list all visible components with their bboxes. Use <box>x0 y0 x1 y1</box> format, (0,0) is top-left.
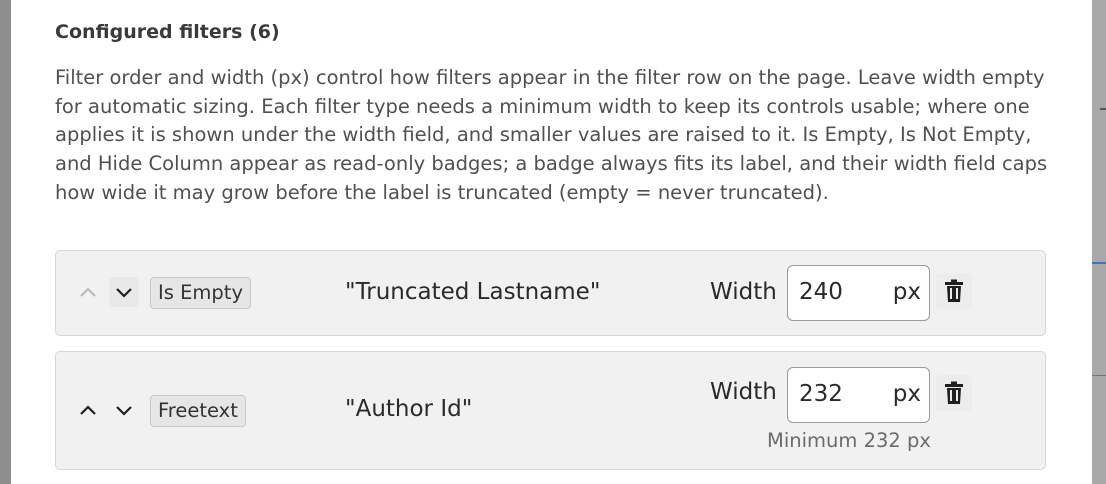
filter-row: Freetext "Author Id" Width 232 px Minimu… <box>55 351 1046 470</box>
move-down-button[interactable] <box>109 395 139 425</box>
width-input[interactable]: 232 px <box>787 367 930 423</box>
chevron-up-icon <box>80 287 96 297</box>
width-label: Width <box>710 379 777 405</box>
backdrop-mark <box>1100 108 1106 110</box>
filter-column-name: "Truncated Lastname" <box>345 279 601 305</box>
chevron-down-icon <box>116 406 132 416</box>
chevron-up-icon <box>80 405 96 415</box>
width-input[interactable]: 240 px <box>787 265 930 321</box>
section-description: Filter order and width (px) control how … <box>55 66 1048 204</box>
backdrop-right <box>1092 0 1106 484</box>
width-unit: px <box>892 381 921 407</box>
minimum-width-hint: Minimum 232 px <box>767 429 931 452</box>
move-down-button[interactable] <box>109 277 139 307</box>
move-up-button[interactable] <box>73 395 103 425</box>
backdrop-mark <box>1092 375 1106 376</box>
trash-icon <box>945 279 963 302</box>
delete-filter-button[interactable] <box>936 273 972 309</box>
filter-type-badge: Is Empty <box>150 277 251 309</box>
filter-config-dialog: Configured filters (6) Filter order and … <box>11 0 1092 484</box>
delete-filter-button[interactable] <box>936 375 972 411</box>
width-input-value: 240 <box>799 279 843 305</box>
backdrop-mark <box>1092 262 1106 264</box>
width-unit: px <box>892 279 921 305</box>
filter-row: Is Empty "Truncated Lastname" Width 240 … <box>55 250 1046 336</box>
chevron-down-icon <box>116 288 132 298</box>
trash-icon <box>945 381 963 404</box>
section-title: Configured filters (6) <box>55 21 280 43</box>
width-label: Width <box>710 279 777 305</box>
filter-column-name: "Author Id" <box>345 396 473 422</box>
filter-type-badge: Freetext <box>150 395 246 427</box>
move-up-button[interactable] <box>73 277 103 307</box>
width-input-value: 232 <box>799 381 843 407</box>
